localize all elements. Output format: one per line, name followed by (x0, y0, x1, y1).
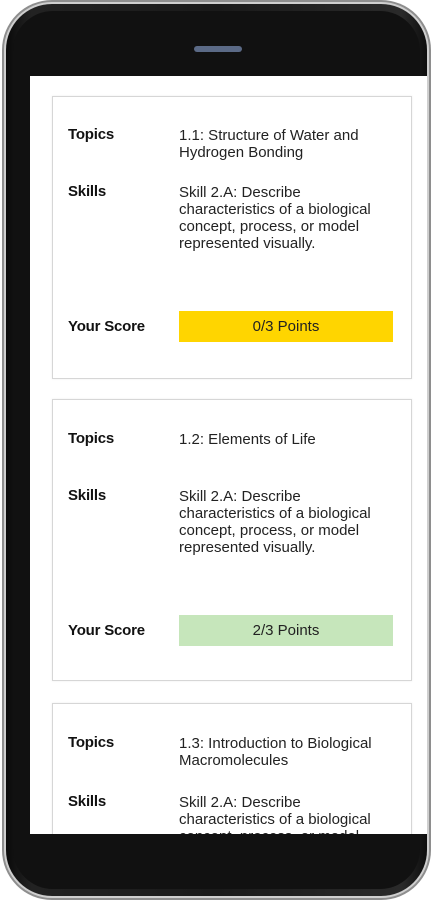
skills-label: Skills (68, 793, 106, 810)
score-card: Topics 1.3: Introduction to Biological M… (52, 703, 412, 834)
skill-value: Skill 2.A: Describe characteristics of a… (179, 488, 371, 556)
score-badge: 2/3 Points (179, 615, 393, 646)
topic-value: 1.2: Elements of Life (179, 431, 316, 448)
skills-label: Skills (68, 183, 106, 200)
phone-frame: Topics 1.1: Structure of Water and Hydro… (6, 4, 427, 896)
skill-value: Skill 2.A: Describe characteristics of a… (179, 184, 371, 252)
score-badge: 0/3 Points (179, 311, 393, 342)
your-score-label: Your Score (68, 622, 145, 639)
score-card: Topics 1.2: Elements of Life Skills Skil… (52, 399, 412, 681)
topic-value: 1.3: Introduction to Biological Macromol… (179, 735, 372, 769)
phone-screen: Topics 1.1: Structure of Water and Hydro… (30, 76, 427, 834)
score-card: Topics 1.1: Structure of Water and Hydro… (52, 96, 412, 379)
your-score-label: Your Score (68, 318, 145, 335)
topics-label: Topics (68, 126, 115, 143)
topics-label: Topics (68, 734, 115, 751)
skills-label: Skills (68, 487, 106, 504)
topic-value: 1.1: Structure of Water and Hydrogen Bon… (179, 127, 359, 161)
topics-label: Topics (68, 430, 115, 447)
skill-value: Skill 2.A: Describe characteristics of a… (179, 794, 371, 834)
phone-speaker (194, 46, 242, 52)
